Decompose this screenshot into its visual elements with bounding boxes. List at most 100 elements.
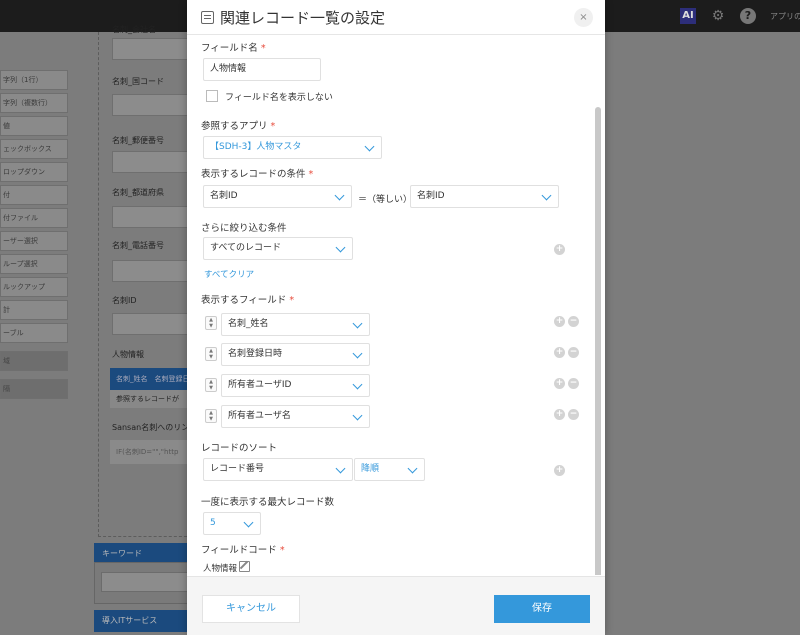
chevron-down-icon (243, 517, 254, 528)
field-code-value: 人物情報 (203, 564, 238, 574)
dialog-body: フィールド名 * 人物情報 フィールド名を表示しない 参照するアプリ * 【SD… (187, 35, 605, 575)
palette-item: ループ選択 (0, 254, 68, 274)
form-label: 名刺_郵便番号 (112, 136, 164, 145)
sort-label: レコードのソート (201, 443, 278, 454)
sort-order-select[interactable]: 降順 (354, 458, 425, 481)
settings-icon (201, 10, 214, 24)
condition-left-select[interactable]: 名刺ID (203, 185, 352, 208)
field-code-label: フィールドコード * (201, 545, 285, 556)
dialog-header: 関連レコード一覧の設定 × (187, 0, 605, 35)
form-input (112, 260, 192, 282)
drag-handle-icon[interactable]: ▲ ▼ (205, 347, 217, 361)
filter-label: さらに絞り込む条件 (201, 223, 287, 234)
form-label: 名刺_都道府県 (112, 188, 164, 197)
condition-right-select[interactable]: 名刺ID (410, 185, 559, 208)
drag-handle-icon[interactable]: ▲ ▼ (205, 409, 217, 423)
sort-field-select[interactable]: レコード番号 (203, 458, 353, 481)
hide-name-label: フィールド名を表示しない (225, 93, 333, 103)
add-field-button[interactable]: + (554, 347, 565, 358)
remove-field-button[interactable]: − (568, 378, 579, 389)
condition-label: 表示するレコードの条件 * (201, 169, 314, 180)
related-records-settings-dialog: 関連レコード一覧の設定 × フィールド名 * 人物情報 フィールド名を表示しない… (187, 0, 605, 635)
form-label: 名刺_国コード (112, 77, 164, 86)
topbar-actions: AI ⚙ ? アプリの (680, 0, 800, 32)
app-menu-label[interactable]: アプリの (770, 11, 800, 22)
max-records-select[interactable]: 5 (203, 512, 261, 535)
ai-icon[interactable]: AI (680, 8, 696, 24)
chevron-down-icon (352, 348, 363, 359)
filter-select[interactable]: すべてのレコード (203, 237, 353, 260)
remove-field-button[interactable]: − (568, 347, 579, 358)
form-label: 名刺_会社名 (112, 25, 156, 34)
form-input (112, 38, 192, 60)
close-button[interactable]: × (574, 8, 593, 27)
form-label: 人物情報 (112, 350, 144, 359)
chevron-down-icon (541, 190, 552, 201)
drag-handle-icon[interactable]: ▲ ▼ (205, 378, 217, 392)
scrollbar[interactable] (595, 107, 601, 575)
palette-item: 字列（1行） (0, 70, 68, 90)
form-input (112, 313, 192, 335)
add-field-button[interactable]: + (554, 378, 565, 389)
field-name-input[interactable]: 人物情報 (203, 58, 321, 81)
add-filter-button[interactable]: + (554, 244, 565, 255)
palette-item: ーブル (0, 323, 68, 343)
form-label: 名刺_電話番号 (112, 241, 164, 250)
edit-icon[interactable] (239, 561, 250, 572)
max-records-label: 一度に表示する最大レコード数 (201, 497, 335, 508)
clear-all-link[interactable]: すべてクリア (204, 268, 254, 280)
display-field-select[interactable]: 所有者ユーザ名 (221, 405, 370, 428)
palette-item: ロップダウン (0, 162, 68, 182)
palette-item: 隔 (0, 379, 68, 399)
chevron-down-icon (334, 190, 345, 201)
display-fields-label: 表示するフィールド * (201, 295, 295, 306)
palette-item: 域 (0, 351, 68, 371)
form-label: Sansan名刺へのリン (112, 423, 190, 432)
related-table-header: 名刺_姓名 名刺登録日 (110, 368, 192, 390)
form-input (112, 151, 192, 173)
display-field-select[interactable]: 名刺_姓名 (221, 313, 370, 336)
palette-item: ルックアップ (0, 277, 68, 297)
field-name-label: フィールド名 * (201, 43, 266, 54)
cancel-button[interactable]: キャンセル (202, 595, 300, 623)
chevron-down-icon (407, 463, 418, 474)
palette-item: 計 (0, 300, 68, 320)
section-input (101, 572, 191, 592)
form-label: 名刺ID (112, 296, 137, 305)
add-sort-button[interactable]: + (554, 465, 565, 476)
save-button[interactable]: 保存 (494, 595, 590, 623)
related-table-body: 参照するレコードが (110, 390, 192, 408)
display-field-select[interactable]: 所有者ユーザID (221, 374, 370, 397)
ref-app-label: 参照するアプリ * (201, 121, 276, 132)
remove-field-button[interactable]: − (568, 409, 579, 420)
chevron-down-icon (352, 410, 363, 421)
dialog-title: 関連レコード一覧の設定 (220, 8, 386, 27)
help-icon[interactable]: ? (740, 8, 756, 24)
palette-item: 付 (0, 185, 68, 205)
add-field-button[interactable]: + (554, 409, 565, 420)
remove-field-button[interactable]: − (568, 316, 579, 327)
chevron-down-icon (352, 318, 363, 329)
palette-item: ーザー選択 (0, 231, 68, 251)
section-it-service: 導入ITサービス (94, 610, 192, 632)
condition-operator: ＝（等しい） (358, 195, 413, 205)
field-palette: 字列（1行） 字列（複数行） 値 ェックボックス ロップダウン 付 付ファイル … (0, 70, 68, 402)
chevron-down-icon (335, 242, 346, 253)
form-input (112, 94, 192, 116)
hide-name-checkbox[interactable] (206, 90, 218, 102)
palette-item: ェックボックス (0, 139, 68, 159)
required-mark: * (260, 43, 266, 54)
calc-field: IF(名刺ID="","http (110, 440, 192, 464)
ref-app-select[interactable]: 【SDH-3】人物マスタ (203, 136, 382, 159)
chevron-down-icon (352, 379, 363, 390)
form-input (112, 206, 192, 228)
display-field-select[interactable]: 名刺登録日時 (221, 343, 370, 366)
palette-item: 字列（複数行） (0, 93, 68, 113)
palette-item: 付ファイル (0, 208, 68, 228)
drag-handle-icon[interactable]: ▲ ▼ (205, 316, 217, 330)
add-field-button[interactable]: + (554, 316, 565, 327)
palette-item: 値 (0, 116, 68, 136)
chevron-down-icon (364, 141, 375, 152)
dialog-footer: キャンセル 保存 (187, 576, 605, 635)
gear-icon[interactable]: ⚙ (710, 8, 726, 24)
